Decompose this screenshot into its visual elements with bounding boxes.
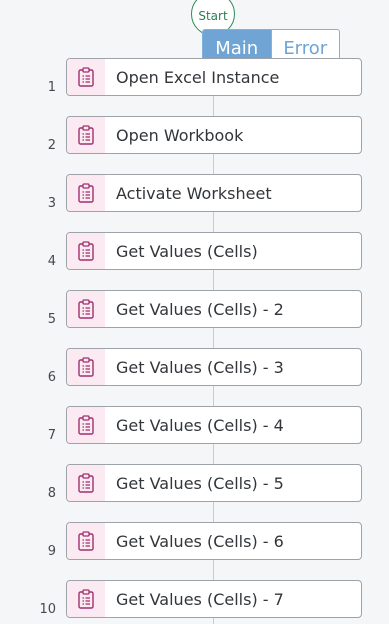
clipboard-list-icon: [67, 291, 105, 327]
start-label: Start: [198, 9, 228, 23]
step-number: 9: [47, 544, 56, 559]
step-label: Get Values (Cells) - 2: [116, 299, 284, 319]
step-label: Get Values (Cells) - 3: [116, 357, 284, 377]
step-number: 1: [47, 80, 56, 95]
step-card[interactable]: Get Values (Cells) - 5: [66, 464, 362, 502]
step-card[interactable]: Get Values (Cells) - 7: [66, 580, 362, 618]
step-card[interactable]: Open Workbook: [66, 116, 362, 154]
step-label: Get Values (Cells) - 5: [116, 473, 284, 493]
step-card[interactable]: Get Values (Cells): [66, 232, 362, 270]
step-label: Get Values (Cells) - 6: [116, 531, 284, 551]
step-label: Open Workbook: [116, 125, 244, 145]
step-card[interactable]: Get Values (Cells) - 3: [66, 348, 362, 386]
clipboard-list-icon: [67, 407, 105, 443]
step-label: Open Excel Instance: [116, 67, 280, 87]
step-card[interactable]: Activate Worksheet: [66, 174, 362, 212]
step-number: 5: [47, 312, 56, 327]
step-number: 6: [47, 370, 56, 385]
step-number: 4: [47, 254, 56, 269]
clipboard-list-icon: [67, 59, 105, 95]
step-number: 8: [47, 486, 56, 501]
step-number: 3: [47, 196, 56, 211]
clipboard-list-icon: [67, 175, 105, 211]
step-label: Get Values (Cells): [116, 241, 258, 261]
step-number: 2: [47, 138, 56, 153]
step-card[interactable]: Open Excel Instance: [66, 58, 362, 96]
clipboard-list-icon: [67, 233, 105, 269]
step-card[interactable]: Get Values (Cells) - 6: [66, 522, 362, 560]
clipboard-list-icon: [67, 523, 105, 559]
clipboard-list-icon: [67, 349, 105, 385]
step-label: Activate Worksheet: [116, 183, 272, 203]
step-card[interactable]: Get Values (Cells) - 2: [66, 290, 362, 328]
clipboard-list-icon: [67, 465, 105, 501]
step-label: Get Values (Cells) - 7: [116, 589, 284, 609]
step-label: Get Values (Cells) - 4: [116, 415, 284, 435]
step-card[interactable]: Get Values (Cells) - 4: [66, 406, 362, 444]
clipboard-list-icon: [67, 581, 105, 617]
clipboard-list-icon: [67, 117, 105, 153]
flow-canvas[interactable]: Start Main Error 1 Open Excel Instance 2 Op…: [0, 0, 389, 624]
step-number: 10: [39, 602, 56, 617]
step-number: 7: [47, 428, 56, 443]
